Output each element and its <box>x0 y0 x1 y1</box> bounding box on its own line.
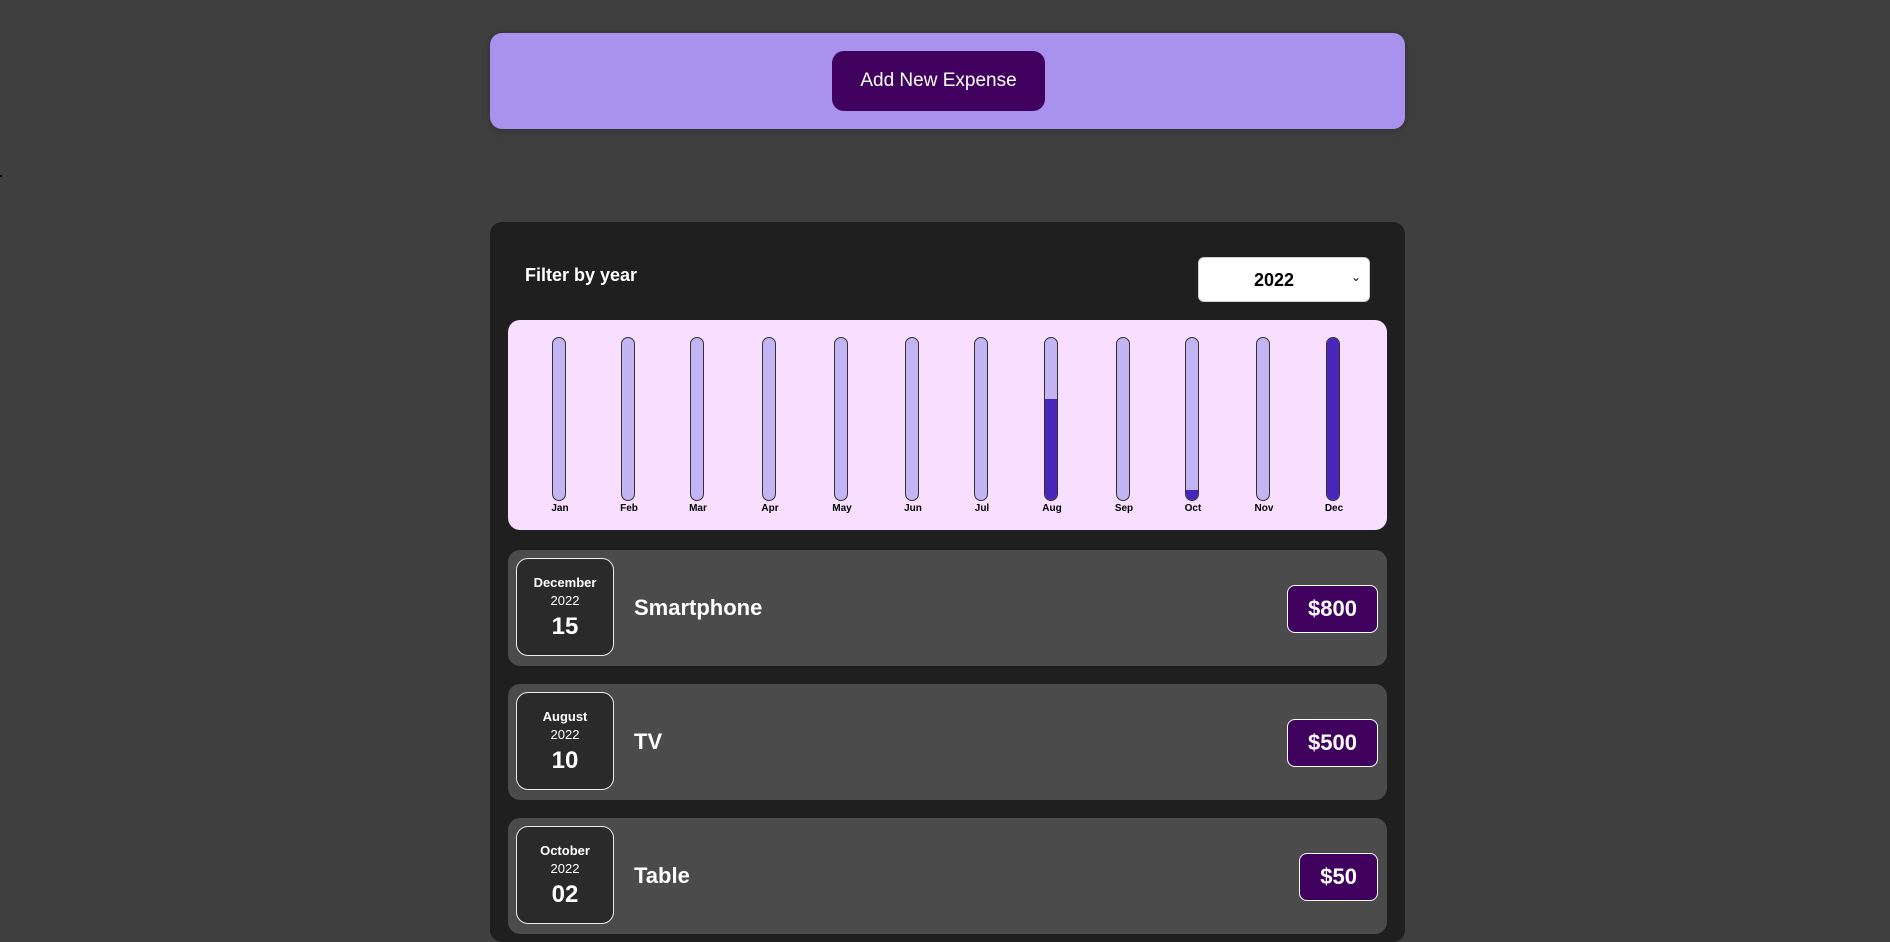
chart-bar-dec: Dec <box>1314 320 1354 530</box>
expenses-panel: Filter by year 2022 ⌄ Jan Feb Mar Apr May Jun… <box>490 222 1405 942</box>
chart-bar-oct: Oct <box>1173 320 1213 530</box>
expense-item: August 2022 10 TV $500 <box>508 684 1387 800</box>
chart-bar-label: Oct <box>1184 503 1202 514</box>
chart-bar-apr: Apr <box>750 320 790 530</box>
chart-bar-label: Sep <box>1114 503 1134 514</box>
filter-label: Filter by year <box>525 265 638 285</box>
expense-date-day: 15 <box>551 613 579 640</box>
chart-bar-jan: Jan <box>540 320 580 530</box>
chart-bar-aug: Aug <box>1032 320 1072 530</box>
chart-bar-track <box>1256 337 1270 501</box>
chart-bar-track <box>905 337 919 501</box>
expense-title: Smartphone <box>634 595 763 620</box>
chart-bar-fill <box>1045 398 1057 500</box>
chart-bar-feb: Feb <box>609 320 649 530</box>
chart-bar-track <box>974 337 988 501</box>
new-expense-panel: Add New Expense <box>490 33 1405 129</box>
chart-bar-jul: Jul <box>962 320 1002 530</box>
chart-bar-mar: Mar <box>678 320 718 530</box>
expense-title: Table <box>634 863 690 888</box>
expense-amount: $800 <box>1287 585 1378 633</box>
expense-date-year: 2022 <box>550 861 580 876</box>
expense-title: TV <box>634 729 663 754</box>
chart-bar-label: Jan <box>551 503 569 514</box>
expense-amount: $500 <box>1287 719 1378 767</box>
year-select-value: 2022 <box>1253 270 1295 290</box>
chart-bar-sep: Sep <box>1104 320 1144 530</box>
year-select[interactable]: 2022 ⌄ <box>1198 257 1370 302</box>
chart-bar-label: Dec <box>1324 503 1344 514</box>
expense-date-year: 2022 <box>550 593 580 608</box>
chart-bar-track <box>1326 337 1340 501</box>
chart-bar-label: Aug <box>1042 503 1062 514</box>
chart-bar-nov: Nov <box>1244 320 1284 530</box>
chart-bar-track <box>1116 337 1130 501</box>
expense-date-month: August <box>542 709 588 724</box>
chart-bar-track <box>621 337 635 501</box>
chevron-down-icon: ⌄ <box>1350 270 1361 284</box>
expense-date: October 2022 02 <box>516 826 614 924</box>
chart-bar-label: Apr <box>761 503 779 514</box>
expense-date-month: December <box>533 575 597 590</box>
expense-date-day: 10 <box>551 747 579 774</box>
add-new-expense-button[interactable]: Add New Expense <box>832 51 1045 111</box>
chart-bar-label: May <box>832 503 852 514</box>
chart-bar-label: Jul <box>974 503 990 514</box>
cursor-artifact <box>0 175 2 177</box>
chart-bar-track <box>1185 337 1199 501</box>
expense-date-month: October <box>540 843 590 858</box>
chart-bar-fill <box>1186 489 1198 500</box>
chart-bar-fill <box>1327 338 1339 500</box>
chart-bar-track <box>1044 337 1058 501</box>
chart-bar-track <box>690 337 704 501</box>
expense-amount: $50 <box>1299 853 1378 901</box>
chart-bar-track <box>834 337 848 501</box>
chart-bar-track <box>762 337 776 501</box>
chart-bar-jun: Jun <box>893 320 933 530</box>
expense-date-year: 2022 <box>550 727 580 742</box>
chart-bar-label: Nov <box>1254 503 1274 514</box>
chart-bar-label: Feb <box>620 503 638 514</box>
expense-date: August 2022 10 <box>516 692 614 790</box>
expense-item: October 2022 02 Table $50 <box>508 818 1387 934</box>
expenses-chart: Jan Feb Mar Apr May Jun Jul Aug Sep Oct Nov Dec <box>508 320 1387 530</box>
expense-date: December 2022 15 <box>516 558 614 656</box>
chart-bar-track <box>552 337 566 501</box>
chart-bar-label: Jun <box>904 503 922 514</box>
chart-bar-label: Mar <box>689 503 707 514</box>
chart-bar-may: May <box>822 320 862 530</box>
expense-date-day: 02 <box>551 881 579 908</box>
expense-item: December 2022 15 Smartphone $800 <box>508 550 1387 666</box>
